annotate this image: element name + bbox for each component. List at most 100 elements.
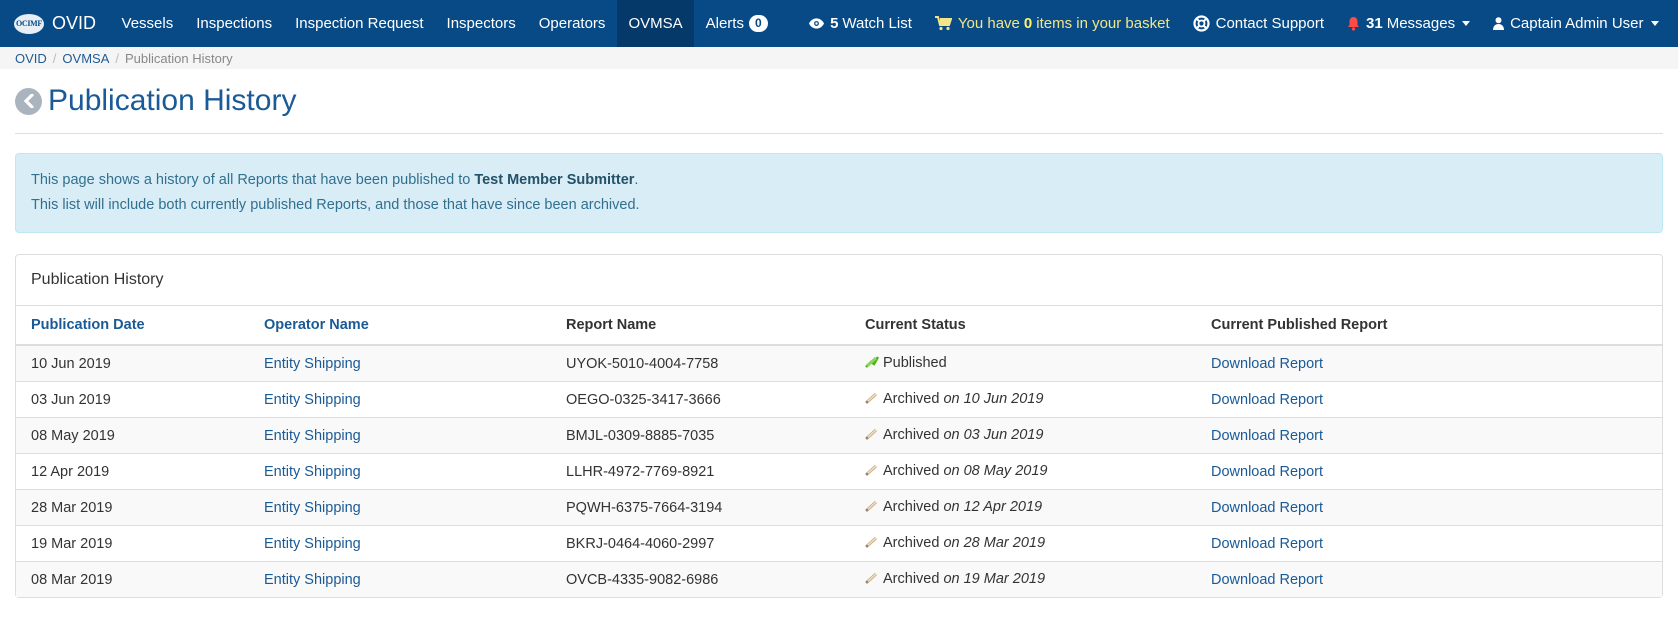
operator-link[interactable]: Entity Shipping [264,356,361,372]
cart-icon [934,16,952,31]
nav-vessels[interactable]: Vessels [110,0,185,47]
operator-link[interactable]: Entity Shipping [264,428,361,444]
basket-prefix: You have [957,15,1020,32]
archived-icon [864,572,879,588]
cell-download: Download Report [1196,381,1662,418]
basket-link[interactable]: You have 0 items in your basket [923,0,1181,47]
table-row: 28 Mar 2019 Entity Shipping PQWH-6375-7664… [16,489,1662,526]
nav-operators[interactable]: Operators [527,0,617,47]
status-label: Archived [883,571,940,588]
operator-link[interactable]: Entity Shipping [264,572,361,588]
status-label: Published [883,355,947,372]
download-report-link[interactable]: Download Report [1211,500,1323,516]
download-report-link[interactable]: Download Report [1211,536,1323,552]
page-title: Publication History [48,84,297,117]
cell-operator-name: Entity Shipping [249,417,551,454]
eye-icon [809,18,825,29]
watch-list-link[interactable]: 5 Watch List [798,0,924,47]
messages-dropdown[interactable]: 31 Messages [1336,0,1482,47]
messages-count: 31 [1366,15,1383,32]
basket-count: 0 [1023,15,1033,32]
cell-operator-name: Entity Shipping [249,489,551,526]
user-icon [1493,17,1505,30]
breadcrumb-ovid[interactable]: OVID [15,51,47,66]
cell-publication-date: 28 Mar 2019 [16,489,249,526]
column-header-publication-date[interactable]: Publication Date [16,306,249,346]
published-icon [865,355,880,372]
ocimf-logo: OCIMF [14,13,44,34]
breadcrumb-separator: / [115,50,120,66]
cell-current-status: Archived on 12 Apr 2019 [850,489,1196,526]
table-row: 19 Mar 2019 Entity Shipping BKRJ-0464-4060… [16,525,1662,562]
user-dropdown[interactable]: Captain Admin User [1482,0,1670,47]
column-header-current-status: Current Status [850,306,1196,346]
breadcrumb-separator: / [52,50,57,66]
brand[interactable]: OCIMF OVID [0,0,110,47]
watch-label: Watch List [842,15,912,32]
status-label: Archived [883,499,940,516]
column-header-report-name: Report Name [551,306,850,346]
archived-icon [864,428,879,444]
table-row: 08 May 2019 Entity Shipping BMJL-0309-8885… [16,417,1662,454]
nav-inspectors[interactable]: Inspectors [435,0,527,47]
cell-publication-date: 12 Apr 2019 [16,453,249,490]
download-report-link[interactable]: Download Report [1211,428,1323,444]
contact-support-link[interactable]: Contact Support [1181,0,1335,47]
download-report-link[interactable]: Download Report [1211,356,1323,372]
lifebuoy-icon [1193,15,1210,32]
back-arrow-icon[interactable] [15,87,42,115]
cell-download: Download Report [1196,344,1662,382]
cell-download: Download Report [1196,453,1662,490]
cell-operator-name: Entity Shipping [249,561,551,597]
operator-link[interactable]: Entity Shipping [264,392,361,408]
main-content: Publication History This page shows a hi… [0,69,1678,598]
status-label: Archived [883,535,940,552]
publication-history-panel: Publication History Publication Date Ope… [15,254,1663,598]
top-navbar: OCIMF OVID Vessels Inspections Inspectio… [0,0,1678,47]
nav-ovmsa[interactable]: OVMSA [616,0,695,47]
operator-link[interactable]: Entity Shipping [264,464,361,480]
alert-line-1-text: This page shows a history of all Reports… [31,172,471,188]
table-row: 12 Apr 2019 Entity Shipping LLHR-4972-7769… [16,453,1662,490]
archived-icon [864,392,879,408]
table-row: 03 Jun 2019 Entity Shipping OEGO-0325-3417… [16,381,1662,418]
publication-history-table: Publication Date Operator Name Report Na… [16,306,1662,597]
download-report-link[interactable]: Download Report [1211,464,1323,480]
cell-publication-date: 03 Jun 2019 [16,381,249,418]
cell-current-status: Archived on 08 May 2019 [850,453,1196,490]
cell-report-name: UYOK-5010-4004-7758 [551,344,850,382]
cell-download: Download Report [1196,525,1662,562]
nav-right: 5 Watch List You have 0 items in your ba… [798,0,1678,47]
status-date: on 28 Mar 2019 [943,535,1046,552]
download-report-link[interactable]: Download Report [1211,392,1323,408]
contact-support-label: Contact Support [1215,15,1325,32]
member-name: Test Member Submitter [474,172,635,188]
operator-link[interactable]: Entity Shipping [264,500,361,516]
column-header-operator-name[interactable]: Operator Name [249,306,551,346]
cell-download: Download Report [1196,489,1662,526]
nav-inspection-request[interactable]: Inspection Request [284,0,435,47]
nav-inspections[interactable]: Inspections [185,0,284,47]
cell-report-name: BMJL-0309-8885-7035 [551,417,850,454]
status-date: on 19 Mar 2019 [943,571,1046,588]
user-label: Captain Admin User [1510,15,1644,32]
alert-line-1-suffix: . [634,172,639,188]
cell-current-status: Published [850,344,1196,382]
download-report-link[interactable]: Download Report [1211,572,1323,588]
info-alert: This page shows a history of all Reports… [15,153,1663,233]
status-label: Archived [883,463,940,480]
brand-name: OVID [52,13,97,33]
breadcrumb-ovmsa[interactable]: OVMSA [62,51,109,66]
alert-line-1: This page shows a history of all Reports… [31,168,1647,193]
operator-link[interactable]: Entity Shipping [264,536,361,552]
archived-icon [864,536,879,552]
cell-operator-name: Entity Shipping [249,344,551,382]
archived-icon [864,464,879,480]
cell-report-name: BKRJ-0464-4060-2997 [551,525,850,562]
cell-publication-date: 08 May 2019 [16,417,249,454]
nav-alerts[interactable]: Alerts 0 [694,0,779,47]
cell-current-status: Archived on 10 Jun 2019 [850,381,1196,418]
cell-report-name: OVCB-4335-9082-6986 [551,561,850,597]
cell-operator-name: Entity Shipping [249,453,551,490]
chevron-down-icon [1650,21,1659,26]
